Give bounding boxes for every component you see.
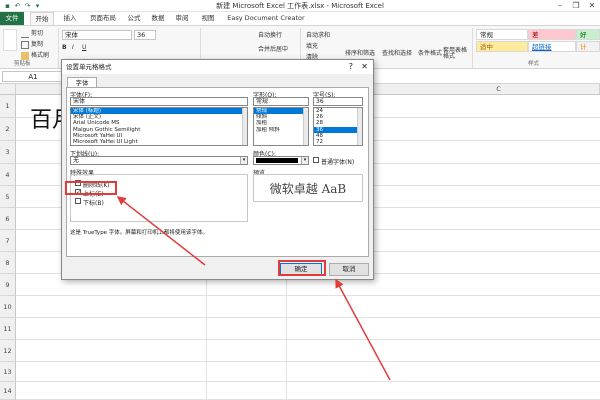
- arrow-to-ok: [335, 278, 391, 381]
- excel-window: ▪ ↶ ↷ ▾ 新建 Microsoft Excel 工作表.xlsx - Mi…: [0, 0, 600, 400]
- arrow-to-superscript: [116, 196, 206, 266]
- annotation-arrows: [116, 196, 391, 381]
